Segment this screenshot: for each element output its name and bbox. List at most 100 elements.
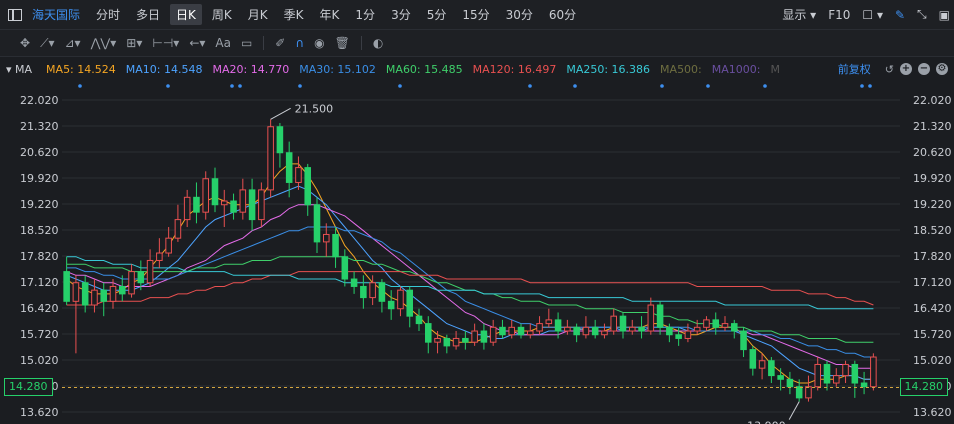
- adjust-toggle[interactable]: 前复权: [838, 61, 871, 77]
- ma-settings[interactable]: ▾ MA: [6, 63, 32, 76]
- wave-tool-icon[interactable]: ⋀⋁▾: [91, 36, 117, 50]
- channel-tool-icon[interactable]: ⊿▾: [65, 36, 81, 50]
- shrink-icon[interactable]: ⤡: [917, 7, 927, 22]
- candle-body: [239, 189, 247, 213]
- candle-body: [842, 363, 849, 377]
- zoom-in-icon[interactable]: +: [900, 63, 912, 75]
- pen-icon[interactable]: ✎: [895, 8, 905, 22]
- candle-body: [118, 285, 126, 295]
- period-tab[interactable]: 15分: [456, 4, 495, 25]
- candle-body: [350, 278, 358, 287]
- y-tick-label-left: 17.820: [20, 250, 59, 263]
- candle-body: [536, 323, 543, 332]
- candle-body: [554, 319, 562, 332]
- y-tick-label-right: 21.320: [913, 120, 952, 133]
- candle-body: [480, 330, 488, 343]
- ma-legend-item: MA20: 14.770: [212, 62, 290, 76]
- settings-icon[interactable]: ⚙: [936, 63, 948, 75]
- period-tab[interactable]: 60分: [543, 4, 582, 25]
- candle-body: [851, 363, 859, 384]
- candle-body: [582, 326, 590, 336]
- candle-body: [721, 323, 729, 328]
- window-icon[interactable]: ▣: [939, 8, 950, 22]
- note-tool-icon[interactable]: ▭: [241, 36, 252, 50]
- candle-body: [619, 315, 627, 332]
- candle-body: [777, 375, 784, 380]
- f10-button[interactable]: F10: [828, 8, 850, 22]
- period-tab[interactable]: 日K: [170, 4, 202, 25]
- candle-body: [81, 282, 89, 306]
- display-menu[interactable]: 显示 ▾: [782, 6, 816, 23]
- kline-chart[interactable]: 22.020 22.020 21.320 21.320 20.620 20.620 19.9…: [0, 81, 954, 424]
- candle-body: [63, 271, 70, 302]
- candle-body: [276, 126, 284, 154]
- event-marker: [706, 84, 710, 88]
- y-tick-label-right: 15.720: [913, 328, 952, 341]
- candle-body: [183, 196, 191, 221]
- period-tabs: 分时 多日 日K 周K 月K 季K 年K 1分 3分 5分 15分 30分 60分: [88, 4, 584, 25]
- candle-body: [72, 282, 80, 302]
- event-marker: [78, 84, 82, 88]
- high-annotation: 21.500: [295, 102, 334, 115]
- period-tab[interactable]: 5分: [421, 4, 453, 25]
- candle-body: [638, 326, 645, 332]
- toggle-icon[interactable]: ◐: [373, 36, 383, 50]
- period-tab[interactable]: 30分: [500, 4, 539, 25]
- crosshair-icon[interactable]: ✥: [20, 36, 30, 50]
- divider: [360, 36, 362, 50]
- candle-body: [378, 282, 386, 302]
- zoom-out-icon[interactable]: −: [918, 63, 930, 75]
- stock-name[interactable]: 海天国际: [32, 6, 80, 23]
- period-tab[interactable]: 多日: [130, 4, 166, 25]
- candle-body: [814, 363, 822, 388]
- magnet-icon[interactable]: ∩: [295, 36, 304, 50]
- y-tick-label-right: 17.120: [913, 276, 952, 289]
- event-marker: [298, 84, 302, 88]
- candle-body: [360, 285, 367, 299]
- measure-tool-icon[interactable]: ⊢⊣▾: [152, 36, 179, 50]
- eye-icon[interactable]: ◉: [314, 36, 324, 50]
- candle-body: [591, 326, 599, 336]
- layout-toggle[interactable]: ☐ ▾: [862, 8, 883, 22]
- y-tick-label-left: 15.020: [20, 354, 59, 367]
- period-tab[interactable]: 年K: [314, 4, 346, 25]
- eraser-icon[interactable]: ✐: [275, 36, 285, 50]
- text-tool-icon[interactable]: Aa: [215, 36, 231, 50]
- candle-body: [564, 326, 571, 332]
- y-tick-label-right: 19.220: [913, 198, 952, 211]
- ma-controls: 前复权 ↺ + − ⚙: [838, 57, 948, 81]
- candle-body: [628, 326, 636, 332]
- candle-body: [146, 259, 154, 284]
- event-marker: [528, 84, 532, 88]
- event-marker: [573, 84, 577, 88]
- y-tick-label-left: 22.020: [20, 94, 59, 107]
- sidebar-toggle-icon[interactable]: [8, 8, 22, 21]
- candle-body: [499, 326, 506, 336]
- ma-legend-item: MA120: 16.497: [472, 62, 557, 76]
- candle-body: [684, 330, 692, 339]
- period-tab[interactable]: 季K: [278, 4, 310, 25]
- period-tab[interactable]: 1分: [349, 4, 381, 25]
- arrow-tool-icon[interactable]: ←▾: [189, 36, 205, 50]
- ma-legend: ▾ MA MA5: 14.524 MA10: 14.548 MA20: 14.770…: [0, 57, 954, 81]
- event-marker: [763, 84, 767, 88]
- period-tab[interactable]: 分时: [90, 4, 126, 25]
- trash-icon[interactable]: 🗑: [335, 36, 350, 50]
- candle-body: [805, 386, 812, 399]
- line-tool-icon[interactable]: ⟋▾: [40, 36, 54, 51]
- period-tab[interactable]: 月K: [242, 4, 274, 25]
- period-tab[interactable]: 3分: [385, 4, 417, 25]
- undo-icon[interactable]: ↺: [885, 63, 894, 76]
- candle-body: [860, 382, 868, 388]
- candle-body: [406, 289, 414, 317]
- candle-body: [443, 337, 451, 347]
- draw-toolbar: ✥ ⟋▾ ⊿▾ ⋀⋁▾ ⊞▾ ⊢⊣▾ ←▾ Aa ▭ ✐ ∩ ◉ 🗑 ◐: [0, 30, 954, 57]
- candle-body: [675, 334, 682, 339]
- candle-body: [369, 282, 376, 299]
- y-tick-label-left: 19.220: [20, 198, 59, 211]
- candle-body: [156, 252, 163, 261]
- y-tick-label-left: 13.620: [20, 406, 59, 419]
- period-tab[interactable]: 周K: [206, 4, 238, 25]
- ma-legend-item: MA250: 16.386: [566, 62, 651, 76]
- fib-tool-icon[interactable]: ⊞▾: [126, 36, 142, 50]
